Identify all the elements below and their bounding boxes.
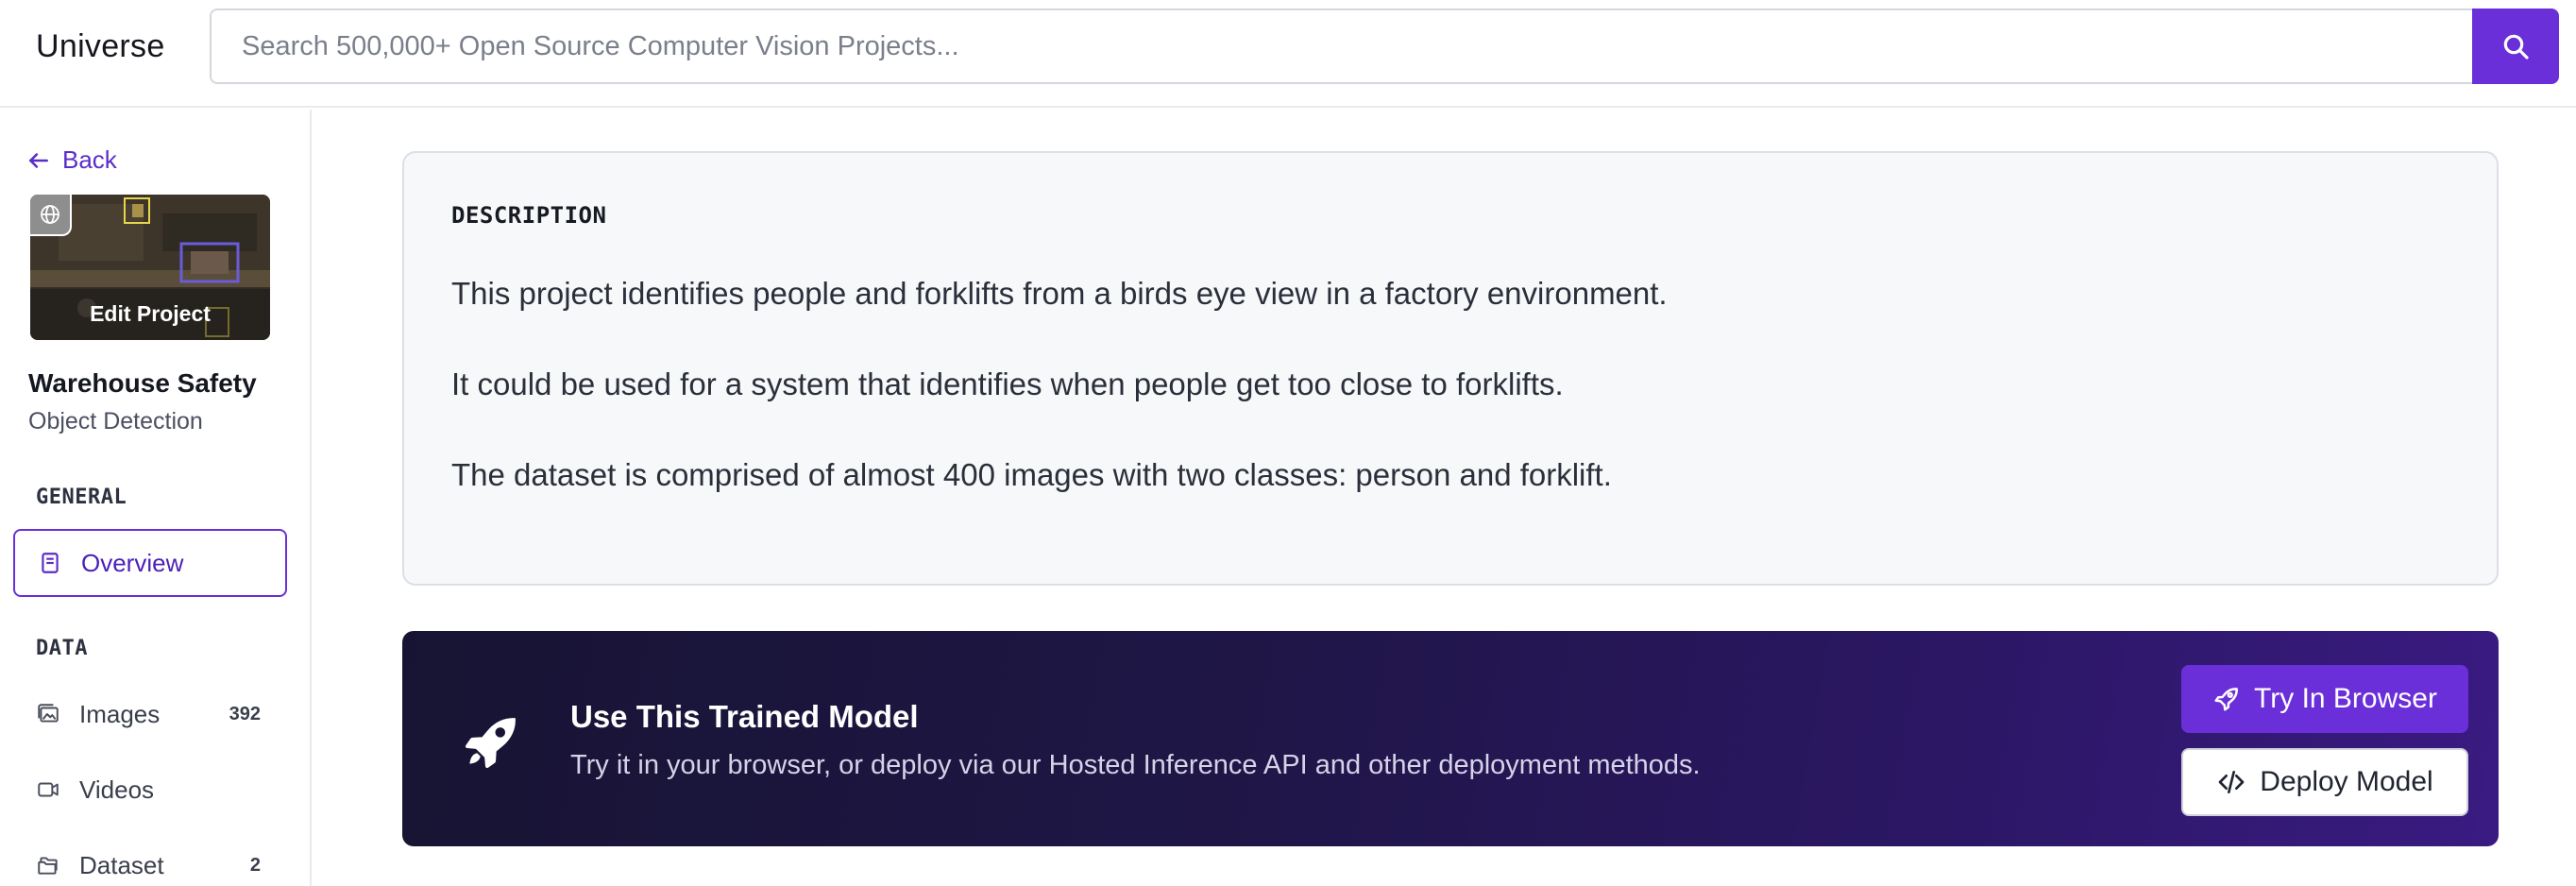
sidebar-item-images[interactable]: Images 392: [13, 680, 287, 748]
arrow-left-icon: [29, 152, 48, 168]
globe-icon: [41, 205, 59, 224]
description-paragraph: The dataset is comprised of almost 400 i…: [451, 457, 1612, 492]
rocket-icon: [465, 718, 516, 769]
search-button[interactable]: [2472, 9, 2559, 84]
search-input[interactable]: [210, 9, 2474, 84]
deploy-model-button[interactable]: Deploy Model: [2181, 748, 2468, 816]
cta-title: Use This Trained Model: [570, 699, 919, 734]
sidebar: Back Edit Project Warehouse Safety Objec…: [0, 110, 312, 886]
try-in-browser-label: Try In Browser: [2254, 683, 2437, 714]
back-label: Back: [62, 145, 117, 174]
search-bar: [210, 9, 2561, 84]
universe-logo[interactable]: Universe: [36, 28, 165, 65]
top-bar: Universe: [0, 0, 2576, 108]
image-icon: [38, 704, 59, 723]
section-label-general: GENERAL: [36, 486, 127, 509]
sidebar-item-label: Images: [79, 699, 161, 728]
project-type: Object Detection: [28, 408, 203, 434]
project-thumbnail[interactable]: Edit Project: [30, 195, 270, 340]
description-heading: DESCRIPTION: [451, 202, 607, 229]
sidebar-item-label: Videos: [79, 775, 155, 804]
back-link[interactable]: Back: [26, 145, 117, 175]
deploy-model-label: Deploy Model: [2260, 766, 2433, 797]
rocket-icon: [2214, 688, 2238, 711]
section-label-data: DATA: [36, 637, 88, 660]
images-count: 392: [229, 703, 261, 724]
description-paragraph: This project identifies people and forkl…: [451, 276, 1668, 311]
book-icon: [42, 553, 59, 573]
search-icon: [2503, 34, 2529, 60]
sidebar-item-label: Overview: [81, 548, 184, 577]
edit-project-label: Edit Project: [30, 287, 270, 340]
sidebar-item-overview[interactable]: Overview: [13, 529, 287, 597]
public-badge: [30, 195, 72, 236]
folder-icon: [38, 857, 58, 875]
description-paragraph: It could be used for a system that ident…: [451, 366, 1564, 401]
project-title: Warehouse Safety: [28, 368, 257, 398]
video-icon: [38, 782, 59, 797]
try-in-browser-button[interactable]: Try In Browser: [2181, 665, 2468, 733]
code-icon: [2218, 771, 2245, 793]
sidebar-item-videos[interactable]: Videos: [13, 756, 287, 824]
dataset-count: 2: [249, 854, 261, 876]
sidebar-item-label: Dataset: [79, 850, 164, 879]
use-model-banner: Use This Trained Model Try it in your br…: [402, 631, 2499, 846]
sidebar-item-dataset[interactable]: Dataset 2: [13, 831, 287, 886]
cta-subtitle: Try it in your browser, or deploy via ou…: [570, 750, 1701, 780]
description-card: DESCRIPTION This project identifies peop…: [402, 151, 2499, 586]
